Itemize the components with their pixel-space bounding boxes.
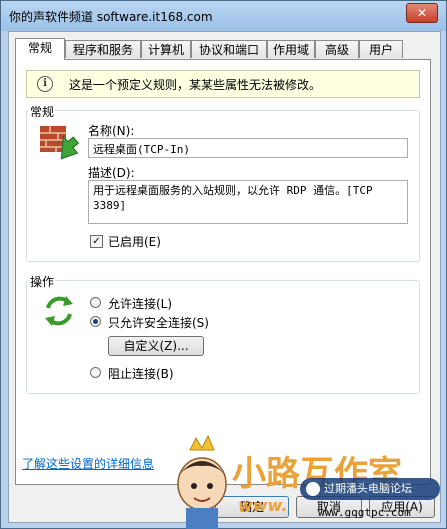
allow-connection-radio[interactable] (90, 297, 101, 308)
dialog-client: 常规 程序和服务 计算机 协议和端口 作用域 高级 用户 i 这是一个预定义规则… (8, 31, 441, 523)
apply-button[interactable]: 应用(A) (369, 496, 435, 518)
info-bar: i 这是一个预定义规则，某某些属性无法被修改。 (26, 70, 420, 98)
firewall-rule-icon (40, 126, 80, 160)
block-connection-label: 阻止连接(B) (108, 367, 174, 381)
description-label: 描述(D): (88, 166, 135, 180)
tab-panel-general: i 这是一个预定义规则，某某些属性无法被修改。 常规 名称(N): 远程桌面(T… (15, 59, 431, 485)
description-field[interactable]: 用于远程桌面服务的入站规则，以允许 RDP 通信。[TCP 3389] (88, 180, 408, 224)
enabled-label: 已启用(E) (108, 235, 161, 249)
refresh-action-icon (45, 296, 73, 326)
tab-advanced[interactable]: 高级 (315, 40, 359, 58)
info-text: 这是一个预定义规则，某某些属性无法被修改。 (69, 78, 322, 92)
close-button[interactable]: ✕ (406, 3, 438, 23)
title-bar[interactable]: 你的声软件频道 software.it168.com ✕ (1, 1, 446, 31)
properties-window: 你的声软件频道 software.it168.com ✕ 常规 程序和服务 计算… (0, 0, 447, 529)
name-label: 名称(N): (88, 124, 135, 138)
general-group-label: 常规 (29, 103, 56, 120)
allow-secure-connection-label: 只允许安全连接(S) (108, 316, 209, 330)
learn-more-link[interactable]: 了解这些设置的详细信息 (22, 455, 154, 472)
allow-connection-label: 允许连接(L) (108, 297, 173, 311)
allow-secure-connection-radio[interactable] (90, 316, 101, 327)
action-group (26, 280, 420, 394)
window-title: 你的声软件频道 software.it168.com (9, 10, 213, 24)
tab-scope[interactable]: 作用域 (267, 40, 315, 58)
tab-computers[interactable]: 计算机 (141, 40, 191, 58)
tab-protocols-ports[interactable]: 协议和端口 (191, 40, 267, 58)
tab-programs-services[interactable]: 程序和服务 (65, 40, 141, 58)
block-connection-radio[interactable] (90, 367, 101, 378)
close-icon: ✕ (416, 6, 428, 20)
action-group-label: 操作 (29, 273, 56, 290)
enabled-checkbox[interactable]: ✓ (90, 235, 103, 248)
tab-general[interactable]: 常规 (15, 38, 65, 60)
checkmark-icon: ✓ (92, 236, 101, 247)
customize-button[interactable]: 自定义(Z)... (108, 336, 204, 356)
tab-users[interactable]: 用户 (359, 40, 403, 58)
description-text: 用于远程桌面服务的入站规则，以允许 RDP 通信。[TCP 3389] (93, 184, 373, 212)
name-field[interactable]: 远程桌面(TCP-In) (88, 138, 408, 158)
info-icon: i (37, 76, 53, 92)
ok-button[interactable]: 确定 (215, 496, 289, 518)
cancel-button[interactable]: 取消 (296, 496, 362, 518)
